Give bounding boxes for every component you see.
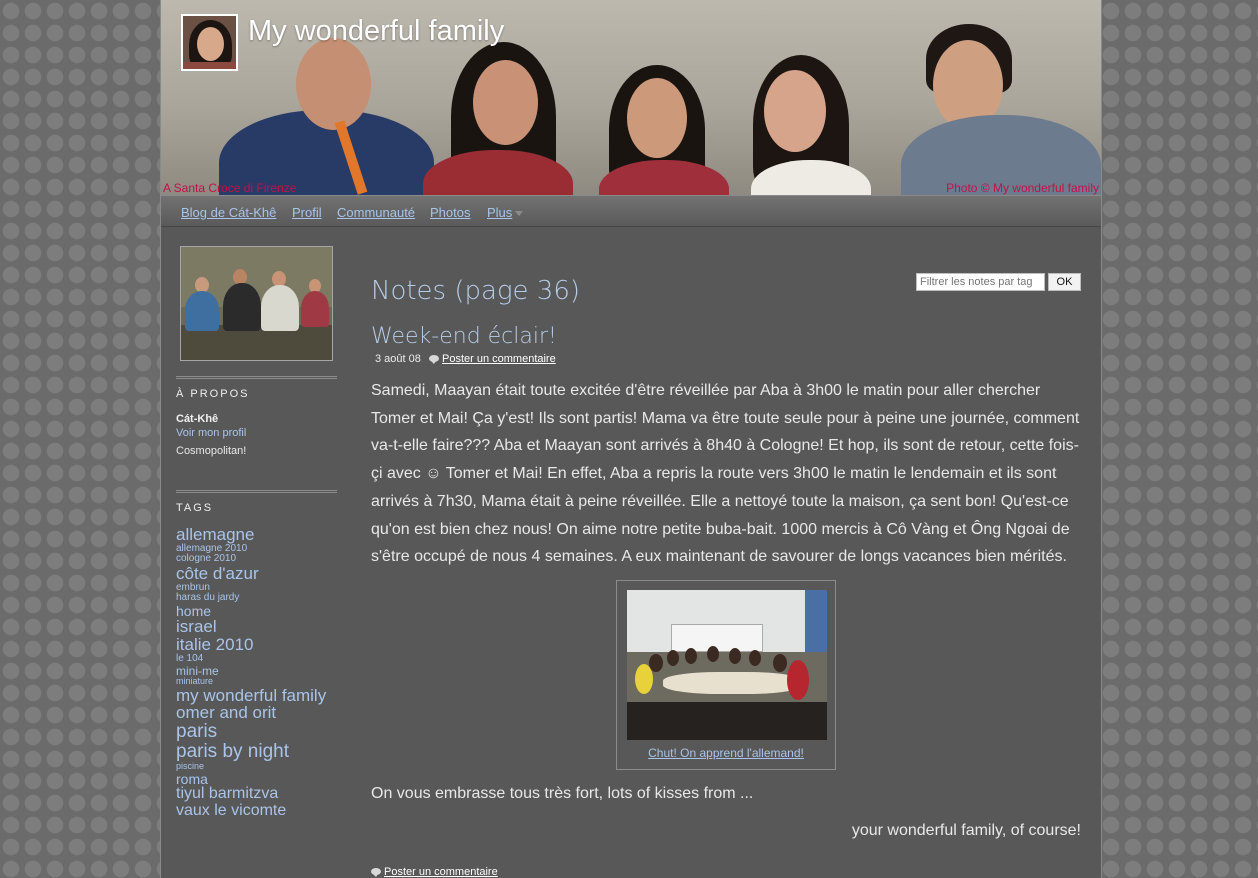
page-title: Notes (page 36) (371, 276, 581, 306)
tags-heading: TAGS (176, 490, 337, 514)
post-date: 3 août 08 (375, 353, 421, 365)
banner-caption-left: A Santa Croce di Firenze (163, 181, 297, 195)
post-photo[interactable] (627, 590, 827, 740)
tag-link[interactable]: home (176, 603, 346, 619)
blog-avatar[interactable] (181, 14, 238, 71)
nav-item-communaute[interactable]: Communauté (337, 205, 415, 220)
about-heading: À PROPOS (176, 376, 337, 400)
sidebar-profile-photo[interactable] (180, 246, 333, 361)
post-comment-link[interactable]: Poster un commentaire (429, 353, 556, 365)
tag-filter-input[interactable] (916, 273, 1045, 291)
comment-icon (371, 868, 381, 877)
tag-link[interactable]: omer and orit (176, 704, 346, 722)
nav-item-photos[interactable]: Photos (430, 205, 470, 220)
tag-link[interactable]: my wonderful family (176, 686, 346, 705)
post-comment-label: Poster un commentaire (442, 353, 556, 365)
about-description: Cosmopolitan! (176, 445, 247, 457)
post-photo-frame: Chut! On apprend l'allemand! (616, 580, 836, 770)
tag-link[interactable]: tiyul barmitzva (176, 785, 346, 803)
top-nav: Blog de Cát-Khê Profil Communauté Photos… (161, 195, 1101, 227)
post-title[interactable]: Week-end éclair! (371, 324, 557, 349)
nav-item-plus-label: Plus (487, 205, 513, 220)
view-profile-link[interactable]: Voir mon profil (176, 427, 246, 439)
nav-item-profil[interactable]: Profil (292, 205, 322, 220)
tag-link[interactable]: paris (176, 722, 346, 742)
tag-link[interactable]: vaux le vicomte (176, 802, 346, 820)
about-name: Cát-Khê (176, 413, 219, 425)
banner-caption-right: Photo © My wonderful family (946, 181, 1099, 195)
post-comment-label-bottom: Poster un commentaire (384, 866, 498, 878)
nav-item-blog[interactable]: Blog de Cát-Khê (181, 205, 276, 220)
header-banner: My wonderful family A Santa Croce di Fir… (161, 0, 1101, 195)
nav-item-plus[interactable]: Plus (487, 205, 524, 220)
site-title[interactable]: My wonderful family (248, 15, 504, 48)
page-container: My wonderful family A Santa Croce di Fir… (160, 0, 1102, 878)
tag-link[interactable]: allemagne (176, 526, 346, 544)
post-photo-caption[interactable]: Chut! On apprend l'allemand! (617, 746, 835, 760)
comment-icon (429, 355, 439, 364)
tag-link[interactable]: le 104 (176, 654, 346, 665)
tag-link[interactable]: roma (176, 771, 346, 787)
tag-link[interactable]: italie 2010 (176, 636, 346, 654)
tag-link[interactable]: israel (176, 618, 346, 636)
ok-button[interactable]: OK (1048, 273, 1081, 291)
post-comment-link-bottom[interactable]: Poster un commentaire (371, 866, 498, 878)
chevron-down-icon (515, 211, 524, 217)
tag-link[interactable]: côte d'azur (176, 564, 346, 583)
post-body: Samedi, Maayan était toute excitée d'êtr… (371, 382, 1080, 566)
tag-cloud: allemagne allemagne 2010 cologne 2010 côte … (176, 526, 346, 820)
post-signature: your wonderful family, of course! (851, 822, 1081, 839)
post-closing: On vous embrasse tous très fort, lots of… (371, 785, 754, 802)
tag-link[interactable]: paris by night (176, 742, 346, 762)
